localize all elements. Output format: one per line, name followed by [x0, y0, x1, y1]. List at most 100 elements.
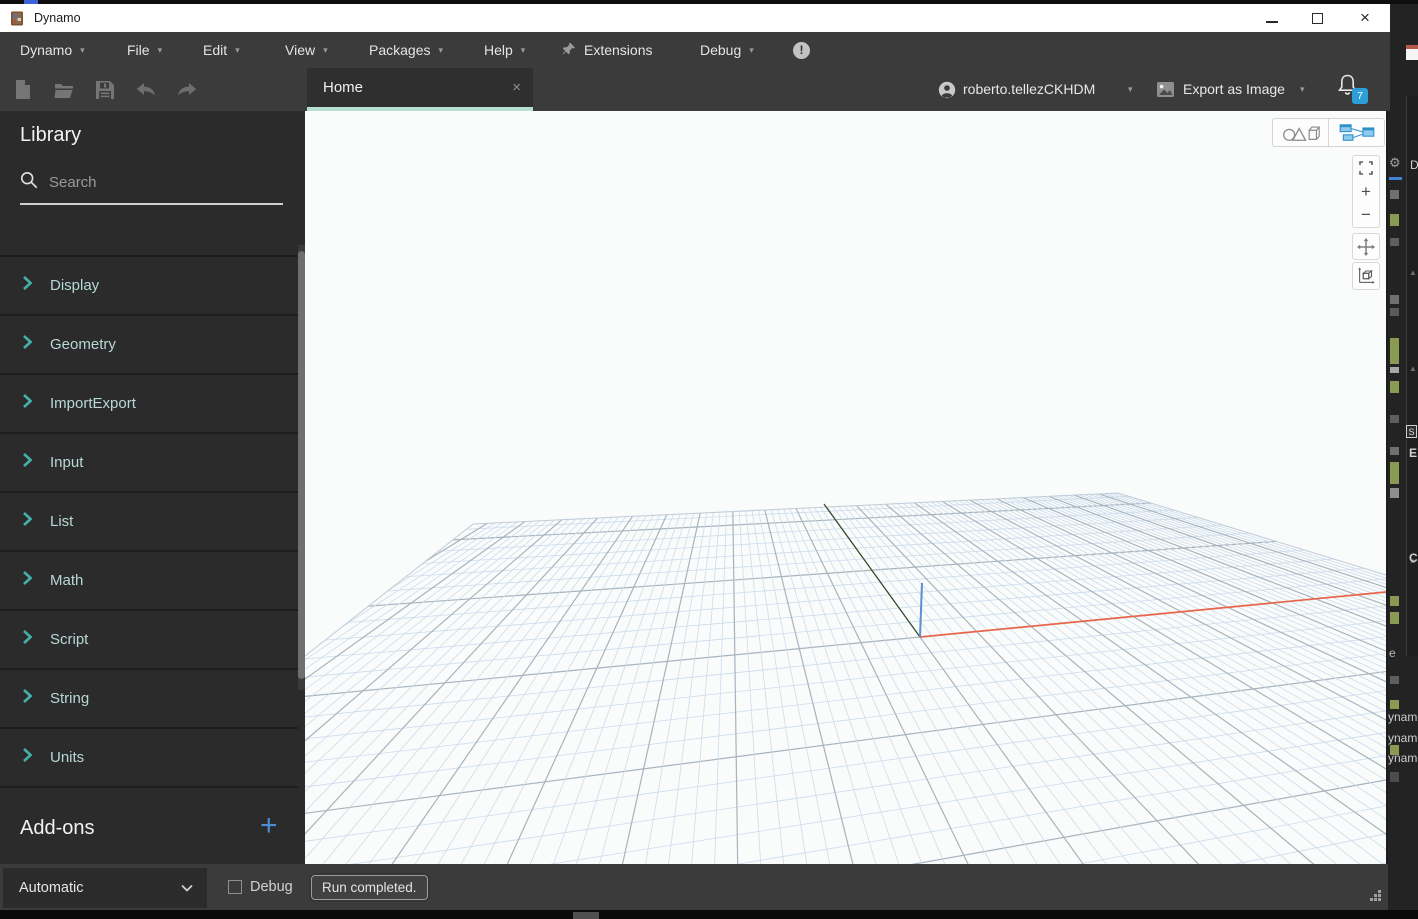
- background-window-list-item: ynamo: [1388, 751, 1418, 765]
- run-mode-select[interactable]: Automatic: [3, 868, 207, 908]
- category-math[interactable]: Math: [0, 552, 298, 611]
- chevron-right-icon: [22, 394, 33, 413]
- category-label: ImportExport: [50, 395, 136, 412]
- chevron-down-icon[interactable]: ▾: [1300, 68, 1305, 111]
- menu-debug[interactable]: Debug ▾: [700, 32, 754, 68]
- new-file-icon: [16, 80, 30, 99]
- orbit-button[interactable]: [1352, 262, 1380, 290]
- maximize-icon: [1312, 13, 1323, 24]
- sidebar-scrollbar-thumb[interactable]: [298, 251, 305, 679]
- zoom-in-button[interactable]: +: [1353, 180, 1379, 204]
- chevron-right-icon: [22, 630, 33, 649]
- geometry-view-button[interactable]: [1273, 119, 1328, 146]
- category-geometry[interactable]: Geometry: [0, 316, 298, 375]
- background-window-minimap: [1390, 0, 1400, 919]
- menu-packages[interactable]: Packages ▾: [369, 32, 443, 68]
- user-menu[interactable]: roberto.tellezCKHDM: [963, 68, 1095, 111]
- graph-view-button[interactable]: [1329, 119, 1384, 146]
- minimap-block: [1390, 308, 1399, 316]
- background-window-letter: C: [1409, 551, 1418, 565]
- background-window-panel: [1406, 96, 1418, 656]
- undo-button[interactable]: [135, 79, 157, 101]
- chevron-right-icon: [22, 571, 33, 590]
- notifications-alert-icon[interactable]: !: [793, 42, 810, 59]
- chevron-down-icon: ▾: [520, 44, 526, 55]
- minimap-block: [1390, 488, 1399, 498]
- minimap-block: [1390, 238, 1399, 246]
- library-search[interactable]: [20, 171, 283, 205]
- redo-button[interactable]: [176, 79, 198, 101]
- search-input[interactable]: [49, 174, 283, 191]
- user-avatar-icon: [938, 81, 956, 104]
- chevron-right-icon: [22, 689, 33, 708]
- category-units[interactable]: Units: [0, 729, 298, 788]
- minimap-block: [1390, 612, 1399, 624]
- collapse-arrow-icon: ▲: [1409, 268, 1417, 277]
- add-package-button[interactable]: +: [260, 809, 278, 843]
- new-file-button[interactable]: [12, 79, 34, 101]
- tab-home[interactable]: Home ×: [307, 68, 533, 111]
- library-panel: Library Display Geometry ImportExport: [0, 111, 305, 864]
- search-icon: [20, 171, 38, 194]
- menu-dynamo[interactable]: Dynamo ▾: [20, 32, 85, 68]
- category-importexport[interactable]: ImportExport: [0, 375, 298, 434]
- save-icon: [96, 81, 114, 99]
- chevron-right-icon: [22, 453, 33, 472]
- pan-button[interactable]: [1352, 233, 1380, 260]
- minimap-block: [1390, 676, 1399, 684]
- chevron-down-icon[interactable]: ▾: [1128, 68, 1133, 111]
- bottom-edge-fragment: [573, 912, 599, 919]
- open-file-button[interactable]: [53, 79, 75, 101]
- zoom-to-fit-button[interactable]: [1353, 156, 1379, 180]
- collapse-arrow-icon: ▲: [1409, 364, 1417, 373]
- export-as-image-button[interactable]: Export as Image: [1183, 68, 1285, 111]
- menu-bar: Dynamo ▾ File ▾ Edit ▾ View ▾ Packages ▾…: [0, 32, 1390, 68]
- zoom-out-button[interactable]: −: [1353, 203, 1379, 227]
- close-button[interactable]: ×: [1350, 4, 1380, 32]
- minimap-block: [1390, 700, 1399, 709]
- minimap-block: [1390, 772, 1399, 782]
- chevron-right-icon: [22, 335, 33, 354]
- menu-view[interactable]: View ▾: [285, 32, 328, 68]
- minimize-button[interactable]: [1257, 4, 1287, 32]
- minimap-block: [1390, 338, 1399, 364]
- save-button[interactable]: [94, 79, 116, 101]
- tab-home-label: Home: [323, 79, 364, 96]
- category-list[interactable]: List: [0, 493, 298, 552]
- category-display[interactable]: Display: [0, 257, 298, 316]
- library-category-list: Display Geometry ImportExport Input List…: [0, 255, 298, 788]
- category-string[interactable]: String: [0, 670, 298, 729]
- chevron-down-icon: ▾: [749, 44, 754, 55]
- pin-icon: [562, 42, 576, 59]
- debug-checkbox-label: Debug: [250, 879, 293, 895]
- chevron-down-icon: ▾: [438, 44, 444, 55]
- category-label: Geometry: [50, 336, 116, 353]
- maximize-button[interactable]: [1303, 4, 1333, 32]
- viewport-3d[interactable]: + −: [305, 111, 1386, 864]
- addons-title: Add-ons: [20, 817, 95, 839]
- menu-help[interactable]: Help ▾: [484, 32, 525, 68]
- chevron-right-icon: [22, 276, 33, 295]
- menu-edit[interactable]: Edit ▾: [203, 32, 240, 68]
- tab-close-icon[interactable]: ×: [512, 68, 521, 108]
- background-window-fragment: [1406, 45, 1418, 60]
- minimap-block: [1390, 214, 1399, 226]
- resize-grip-icon[interactable]: [1369, 889, 1382, 907]
- chevron-down-icon: ▾: [235, 44, 240, 55]
- toolbar: Home × roberto.tellezCKHDM ▾ Export as I…: [0, 68, 1390, 111]
- menu-label: File: [127, 42, 150, 58]
- menu-label: Debug: [700, 42, 742, 58]
- menu-label: Dynamo: [20, 42, 73, 58]
- chevron-down-icon: ▾: [157, 44, 163, 55]
- background-window-letter: D: [1410, 158, 1418, 172]
- category-input[interactable]: Input: [0, 434, 298, 493]
- category-script[interactable]: Script: [0, 611, 298, 670]
- title-bar: Dynamo ×: [0, 4, 1390, 32]
- menu-file[interactable]: File ▾: [127, 32, 162, 68]
- minimize-icon: [1266, 21, 1278, 23]
- background-preview-grid: [305, 492, 1386, 864]
- menu-extensions[interactable]: Extensions: [562, 32, 652, 68]
- minimap-block: [1390, 415, 1399, 423]
- debug-checkbox[interactable]: [228, 880, 242, 894]
- undo-icon: [136, 83, 156, 96]
